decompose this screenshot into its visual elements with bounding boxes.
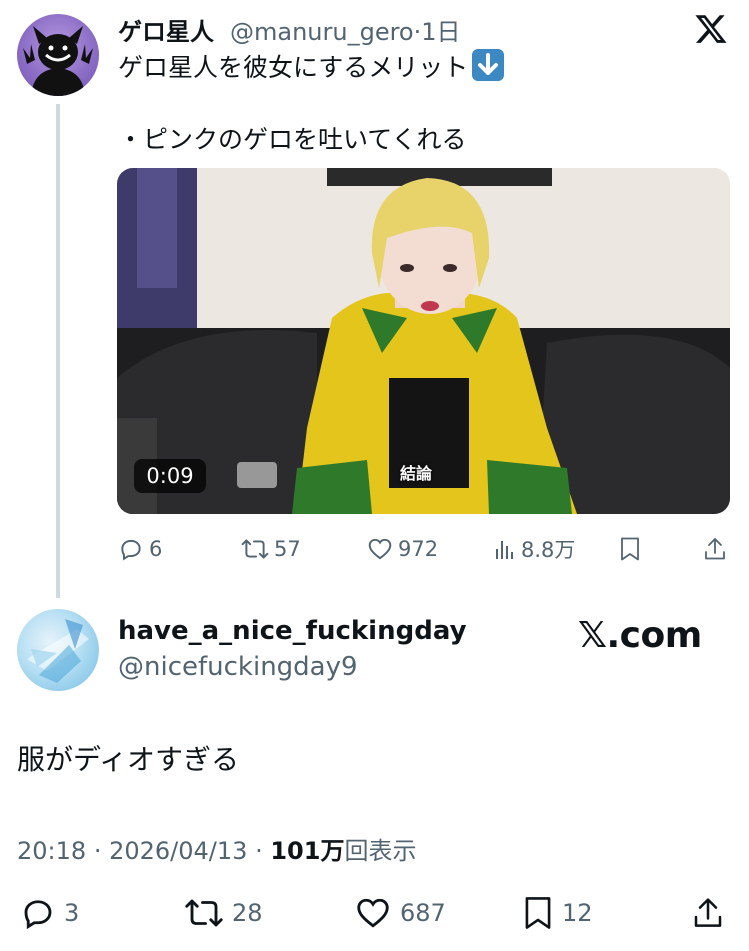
reply-icon <box>24 900 52 930</box>
repost-button[interactable]: 57 <box>241 534 301 564</box>
like-count: 972 <box>398 537 439 561</box>
avatar-nicefuckingday9[interactable] <box>17 609 99 691</box>
like-button[interactable]: 972 <box>367 534 438 564</box>
handle[interactable]: @manuru_gero <box>230 18 414 46</box>
post-date[interactable]: 2026/04/13 <box>109 837 247 865</box>
share-icon <box>705 538 725 560</box>
tweet-text-line1: ゲロ星人を彼女にするメリット <box>118 48 505 84</box>
bookmark-count: 12 <box>562 899 593 927</box>
glass-sculpture-avatar-icon <box>27 619 89 683</box>
reply-button[interactable]: 6 <box>118 534 162 564</box>
tweet-text-line2: ・ピンクのゲロを吐いてくれる <box>118 125 467 154</box>
video-thumbnail[interactable]: 結論 <box>117 168 730 514</box>
video-subtitle: 結論 <box>400 464 433 483</box>
x-com-watermark: 𝕏.com <box>578 615 702 656</box>
handle-and-time[interactable]: @manuru_gero·1日 <box>230 12 461 47</box>
reply-count: 3 <box>64 899 80 927</box>
tweet-text: 服がディオすぎる <box>17 743 240 776</box>
heart-icon <box>368 538 392 560</box>
share-button[interactable] <box>692 895 732 931</box>
x-logo-icon <box>694 12 728 46</box>
arrow-down-emoji-icon <box>472 49 505 81</box>
view-total[interactable]: 101万 <box>270 837 344 865</box>
reply-count: 6 <box>149 537 163 561</box>
display-name[interactable]: ゲロ星人 <box>118 12 214 47</box>
views-bar-chart-icon <box>496 541 513 559</box>
thread-connector-line <box>56 104 60 598</box>
heart-icon <box>357 898 389 928</box>
tweet-text: ゲロ星人を彼女にするメリット <box>118 53 469 82</box>
repost-count: 28 <box>232 899 263 927</box>
video-duration-badge: 0:09 <box>134 459 206 493</box>
bookmark-icon <box>525 897 551 929</box>
tweet-meta: 20:18 · 2026/04/13 · 101万回表示 <box>17 831 416 866</box>
bookmark-button[interactable] <box>619 534 646 564</box>
bookmark-icon <box>621 537 639 561</box>
handle[interactable]: @nicefuckingday9 <box>118 652 358 682</box>
views-button[interactable]: 8.8万 <box>494 534 575 564</box>
repost-icon <box>241 539 269 559</box>
view-count: 8.8万 <box>521 538 576 562</box>
display-name[interactable]: have_a_nice_fuckingday <box>118 616 467 646</box>
repost-button[interactable]: 28 <box>184 895 263 931</box>
reply-button[interactable]: 3 <box>20 895 79 931</box>
separator: · <box>93 837 102 865</box>
devil-avatar-icon <box>23 26 93 96</box>
share-icon <box>694 898 722 927</box>
separator: · <box>255 837 263 865</box>
post-time[interactable]: 20:18 <box>17 837 86 865</box>
like-button[interactable]: 687 <box>354 895 446 931</box>
time-ago[interactable]: 1日 <box>421 18 460 46</box>
avatar-manuru-gero[interactable] <box>17 14 99 96</box>
reply-icon <box>121 539 141 561</box>
repost-count: 57 <box>274 537 301 561</box>
share-button[interactable] <box>703 534 732 564</box>
bookmark-button[interactable]: 12 <box>522 895 593 931</box>
repost-icon <box>185 899 223 927</box>
view-label: 回表示 <box>344 837 417 865</box>
like-count: 687 <box>400 899 446 927</box>
